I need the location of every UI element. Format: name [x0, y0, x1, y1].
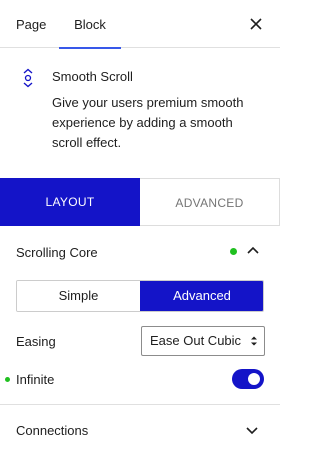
chevron-down-icon — [246, 427, 258, 435]
scrolling-core-header[interactable]: Scrolling Core — [0, 226, 280, 278]
connections-title: Connections — [16, 423, 89, 438]
block-title: Smooth Scroll — [52, 69, 133, 84]
smooth-scroll-icon — [23, 68, 33, 88]
mode-simple-button[interactable]: Simple — [17, 281, 140, 311]
tab-page[interactable]: Page — [16, 0, 46, 48]
infinite-toggle[interactable] — [232, 369, 264, 389]
section-title: Scrolling Core — [16, 245, 98, 260]
tab-layout[interactable]: LAYOUT — [0, 178, 140, 226]
select-arrows-icon — [251, 336, 257, 346]
mode-toggle-group: Simple Advanced — [16, 280, 264, 312]
close-icon[interactable] — [244, 12, 268, 36]
modified-indicator — [230, 248, 237, 255]
panel-tabs: LAYOUT ADVANCED — [0, 178, 280, 226]
block-description: Give your users premium smooth experienc… — [52, 95, 244, 150]
mode-advanced-button[interactable]: Advanced — [140, 281, 263, 311]
tab-advanced[interactable]: ADVANCED — [140, 178, 280, 226]
toggle-knob — [248, 373, 260, 385]
tab-block[interactable]: Block — [59, 0, 121, 49]
infinite-label: Infinite — [16, 372, 55, 387]
easing-label: Easing — [16, 334, 56, 349]
block-card: Smooth Scroll Give your users premium sm… — [0, 49, 280, 177]
easing-select-value: Ease Out Cubic — [150, 333, 242, 348]
connections-panel-header[interactable]: Connections — [0, 405, 280, 452]
sidebar-tabs: Page Block — [0, 0, 280, 49]
infinite-modified-indicator — [5, 377, 10, 382]
chevron-up-icon[interactable] — [244, 242, 262, 260]
easing-select[interactable]: Ease Out Cubic — [141, 326, 265, 356]
